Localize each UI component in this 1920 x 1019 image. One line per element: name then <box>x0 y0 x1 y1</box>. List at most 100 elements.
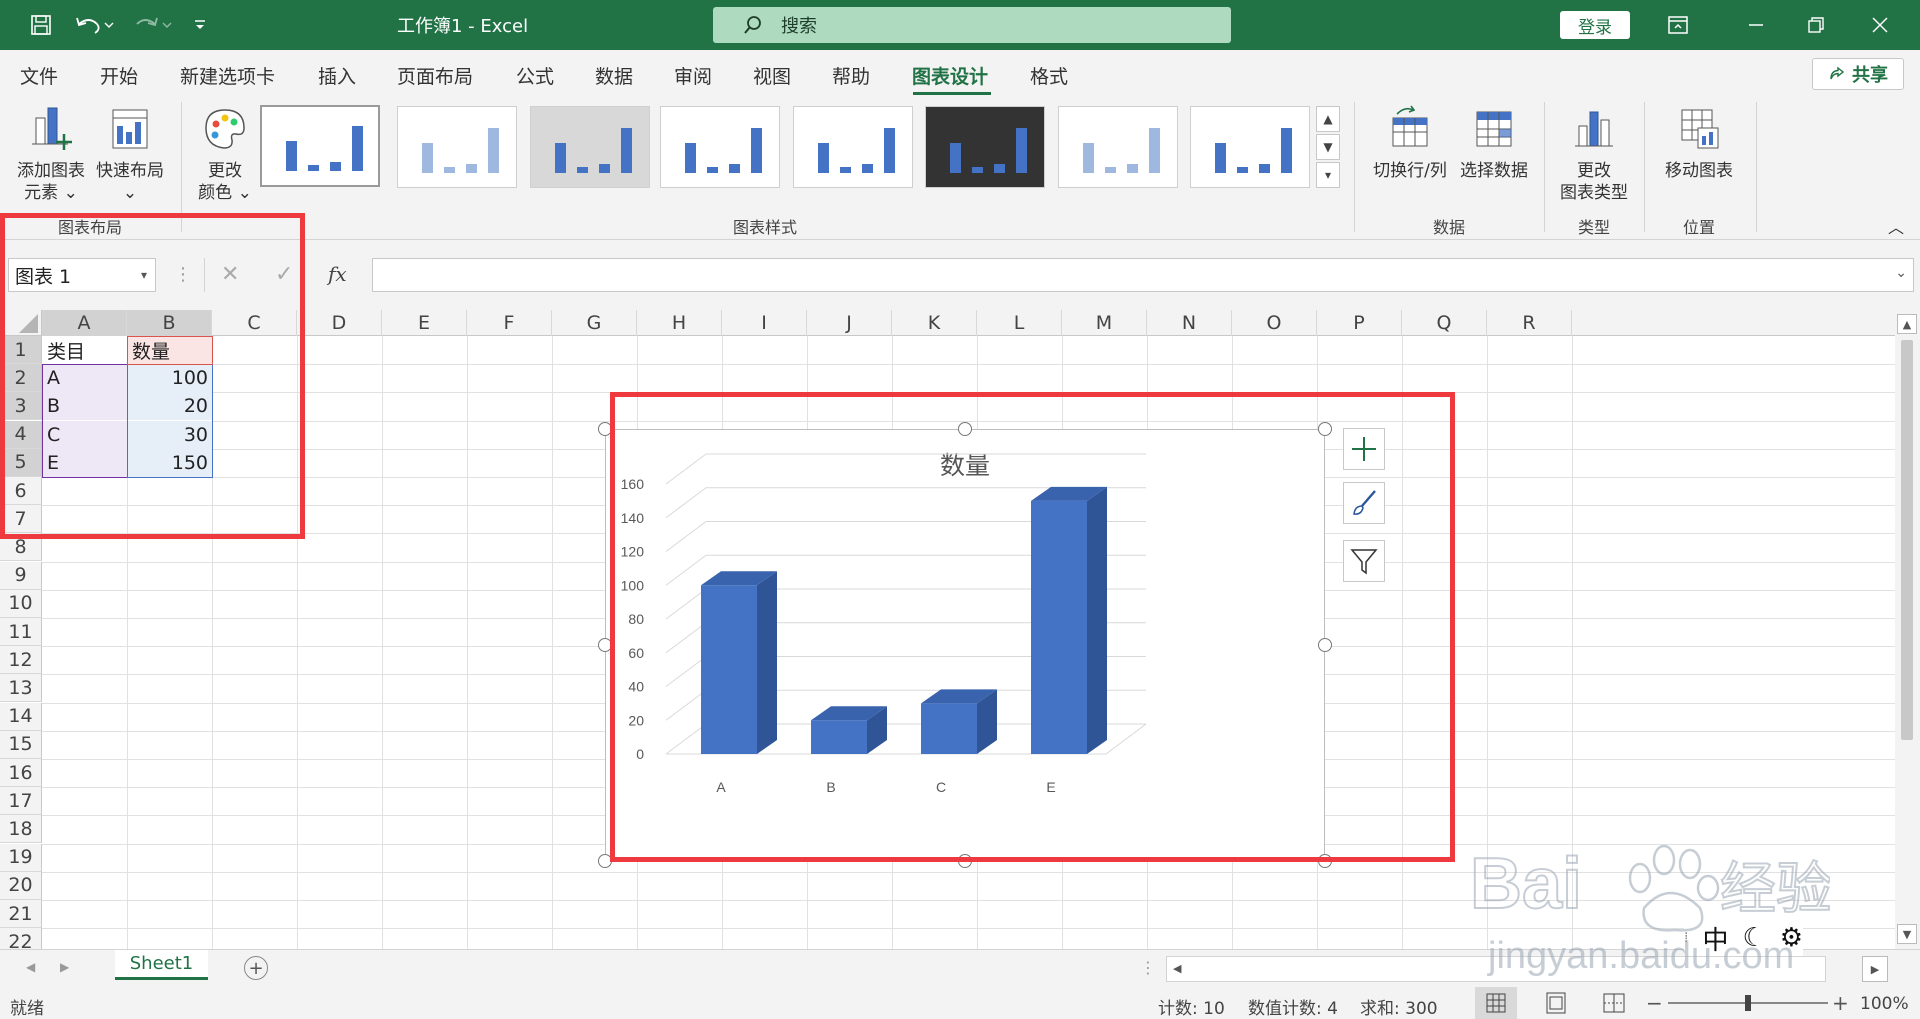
scroll-up-icon[interactable]: ▲ <box>1897 314 1917 334</box>
horizontal-scrollbar[interactable]: ◀ <box>1166 956 1826 982</box>
column-header-N[interactable]: N <box>1147 310 1232 336</box>
page-layout-view-icon[interactable] <box>1538 987 1574 1019</box>
vertical-scrollbar[interactable]: ▲ ▼ <box>1895 310 1920 949</box>
row-header-18[interactable]: 18 <box>0 815 42 844</box>
switch-row-column-button[interactable]: 切换行/列 <box>1368 104 1452 182</box>
close-icon[interactable] <box>1864 8 1896 42</box>
page-break-preview-icon[interactable] <box>1596 987 1632 1019</box>
row-header-21[interactable]: 21 <box>0 900 42 928</box>
tab-new-tab[interactable]: 新建选项卡 <box>180 62 275 89</box>
search-box[interactable]: 搜索 <box>713 7 1231 43</box>
gallery-scroll-up-icon[interactable]: ▲ <box>1316 106 1340 132</box>
column-header-I[interactable]: I <box>722 310 807 336</box>
row-header-15[interactable]: 15 <box>0 730 42 759</box>
change-colors-button[interactable]: 更改 颜色 ⌄ <box>190 104 260 204</box>
column-header-M[interactable]: M <box>1062 310 1147 336</box>
share-button[interactable]: 共享 <box>1812 58 1904 90</box>
tab-page-layout[interactable]: 页面布局 <box>397 62 473 89</box>
row-header-13[interactable]: 13 <box>0 674 42 703</box>
chart-style-thumbnail-3[interactable] <box>530 106 650 188</box>
expand-formula-bar-icon[interactable]: ⌄ <box>1895 265 1907 281</box>
zoom-slider-thumb[interactable] <box>1745 995 1751 1011</box>
moon-icon[interactable]: ☾ <box>1742 923 1765 953</box>
ime-language-indicator[interactable]: 中 <box>1702 920 1728 957</box>
scroll-right-icon[interactable]: ▶ <box>1862 956 1888 982</box>
tab-file[interactable]: 文件 <box>20 62 58 89</box>
zoom-out-button[interactable]: − <box>1646 991 1663 1015</box>
add-chart-element-button[interactable]: 添加图表 元素 ⌄ <box>12 104 90 204</box>
row-header-16[interactable]: 16 <box>0 759 42 787</box>
chart-style-thumbnail-7[interactable] <box>1058 106 1178 188</box>
column-header-R[interactable]: R <box>1487 310 1572 336</box>
settings-gear-icon[interactable]: ⚙ <box>1780 923 1803 953</box>
column-header-K[interactable]: K <box>892 310 977 336</box>
tab-formulas[interactable]: 公式 <box>516 62 554 89</box>
chart-style-thumbnail-4[interactable] <box>660 106 780 188</box>
customize-quick-access-icon[interactable] <box>188 8 212 42</box>
row-header-14[interactable]: 14 <box>0 702 42 731</box>
redo-icon[interactable] <box>128 8 178 42</box>
column-header-Q[interactable]: Q <box>1402 310 1487 336</box>
row-header-10[interactable]: 10 <box>0 589 42 618</box>
row-header-12[interactable]: 12 <box>0 646 42 675</box>
column-gridline <box>382 336 383 949</box>
chart-style-thumbnail-6[interactable] <box>925 106 1045 188</box>
vertical-scroll-thumb[interactable] <box>1901 340 1913 740</box>
ime-grip-icon[interactable]: ⁞ <box>1684 930 1688 946</box>
scroll-left-icon[interactable]: ◀ <box>1173 962 1181 975</box>
next-sheet-icon[interactable]: ▶ <box>60 960 69 974</box>
tab-insert[interactable]: 插入 <box>318 62 356 89</box>
login-button[interactable]: 登录 <box>1560 11 1630 39</box>
collapse-ribbon-icon[interactable]: ︿ <box>1888 214 1904 238</box>
column-header-J[interactable]: J <box>807 310 892 336</box>
move-chart-button[interactable]: 移动图表 <box>1654 104 1744 182</box>
column-header-D[interactable]: D <box>297 310 382 336</box>
zoom-in-button[interactable]: + <box>1832 991 1849 1015</box>
tab-data[interactable]: 数据 <box>595 62 633 89</box>
gallery-more-icon[interactable]: ▾ <box>1316 162 1340 188</box>
select-data-button[interactable]: 选择数据 <box>1454 104 1534 182</box>
zoom-level[interactable]: 100% <box>1860 994 1909 1014</box>
tab-format[interactable]: 格式 <box>1030 62 1068 89</box>
chart-style-thumbnail-1[interactable] <box>260 105 380 187</box>
column-header-H[interactable]: H <box>637 310 722 336</box>
tab-split-handle[interactable]: ⋮ <box>1140 958 1156 977</box>
restore-icon[interactable] <box>1800 8 1832 42</box>
tab-review[interactable]: 审阅 <box>674 62 712 89</box>
chart-style-thumbnail-5[interactable] <box>793 106 913 188</box>
insert-function-button[interactable]: fx <box>328 262 347 286</box>
column-header-L[interactable]: L <box>977 310 1062 336</box>
tab-home[interactable]: 开始 <box>100 62 138 89</box>
row-header-17[interactable]: 17 <box>0 787 42 816</box>
chart-style-thumbnail-2[interactable] <box>397 106 517 188</box>
column-header-E[interactable]: E <box>382 310 467 336</box>
ribbon-display-options-icon[interactable] <box>1662 8 1694 42</box>
thumbnail-bar <box>488 128 499 173</box>
tab-help[interactable]: 帮助 <box>832 62 870 89</box>
chart-style-thumbnail-8[interactable] <box>1190 106 1310 188</box>
row-header-9[interactable]: 9 <box>0 561 42 590</box>
add-sheet-button[interactable]: + <box>244 956 268 980</box>
row-header-11[interactable]: 11 <box>0 618 42 646</box>
column-header-O[interactable]: O <box>1232 310 1317 336</box>
prev-sheet-icon[interactable]: ◀ <box>26 960 35 974</box>
save-icon[interactable] <box>24 8 58 42</box>
change-chart-type-button[interactable]: 更改 图表类型 <box>1554 104 1634 204</box>
column-header-G[interactable]: G <box>552 310 637 336</box>
row-header-19[interactable]: 19 <box>0 843 42 872</box>
minimize-icon[interactable] <box>1740 8 1772 42</box>
gallery-scroll-down-icon[interactable]: ▼ <box>1316 134 1340 160</box>
quick-layout-dropdown: ⌄ <box>122 183 138 203</box>
undo-icon[interactable] <box>70 8 120 42</box>
scroll-down-icon[interactable]: ▼ <box>1897 924 1917 944</box>
quick-layout-button[interactable]: 快速布局 ⌄ <box>92 104 168 204</box>
formula-input[interactable]: ⌄ <box>372 258 1914 292</box>
normal-view-icon[interactable] <box>1475 987 1517 1019</box>
tab-chart-design[interactable]: 图表设计 <box>912 62 988 89</box>
column-header-P[interactable]: P <box>1317 310 1402 336</box>
row-header-20[interactable]: 20 <box>0 871 42 900</box>
thumbnail-bar <box>972 167 983 173</box>
tab-view[interactable]: 视图 <box>753 62 791 89</box>
column-header-F[interactable]: F <box>467 310 552 336</box>
sheet-tab-sheet1[interactable]: Sheet1 <box>115 950 208 980</box>
